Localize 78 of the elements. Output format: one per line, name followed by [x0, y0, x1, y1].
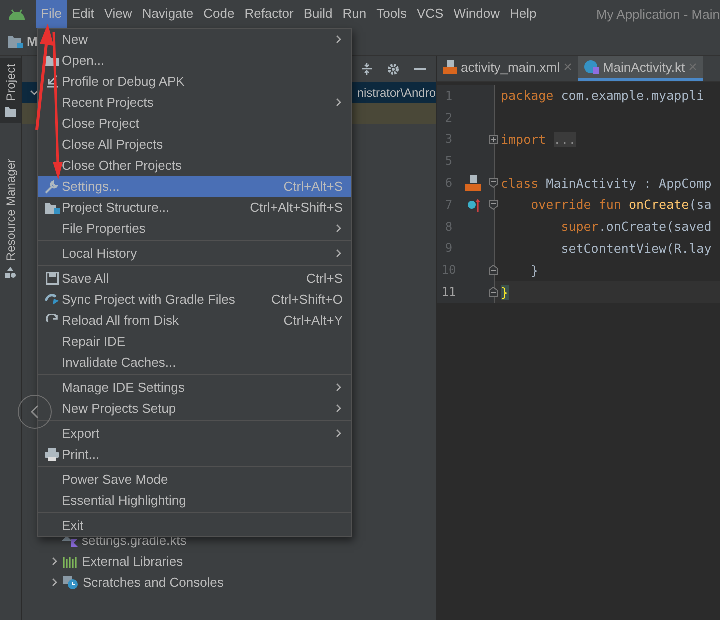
settings-icon[interactable] — [387, 62, 400, 76]
back-button[interactable] — [18, 395, 52, 429]
code-line: super.onCreate(saved — [560, 219, 712, 234]
menu-title[interactable]: Help — [504, 0, 542, 28]
code-line: override fun onCreate(sa — [530, 197, 712, 212]
tool-window-tab[interactable]: Resource Manager — [0, 153, 21, 284]
editor-tab[interactable]: activity_main.xml — [437, 56, 578, 81]
shapes-icon — [5, 267, 16, 278]
arrow-icon — [46, 75, 58, 88]
kotlin-class-icon — [584, 60, 599, 74]
tree-item-label: External Libraries — [82, 554, 184, 569]
fold-close-icon[interactable] — [489, 265, 498, 276]
menu-title[interactable]: Code — [198, 0, 240, 28]
menu-item[interactable]: Repair IDE — [38, 331, 351, 352]
tree-item-label: nistrator\Andro — [357, 86, 436, 100]
printer-icon — [45, 448, 59, 461]
layout-file-icon — [443, 60, 457, 74]
editor-tab[interactable]: MainActivity.kt — [578, 56, 704, 81]
code-line: import ... — [500, 132, 576, 147]
library-icon — [63, 556, 78, 568]
menu-title[interactable]: View — [99, 0, 138, 28]
override-marker-icon — [467, 198, 481, 212]
menu-item[interactable]: Essential Highlighting — [38, 490, 351, 511]
menu-title[interactable]: Window — [448, 0, 505, 28]
menu-item[interactable]: Close Other Projects — [38, 155, 351, 176]
menu-title[interactable]: VCS — [412, 0, 449, 28]
scratch-clock-icon — [63, 576, 79, 590]
code-line: class MainActivity : AppComp — [500, 176, 712, 191]
line-number: 11 — [440, 285, 458, 300]
android-logo-icon — [8, 8, 26, 20]
fold-close-icon[interactable] — [489, 287, 498, 298]
menu-item[interactable]: Reload All from Disk Ctrl+Alt+Y — [38, 310, 351, 331]
menu-item[interactable]: Export — [38, 423, 351, 444]
code-line: package com.example.myappli — [500, 88, 704, 104]
code-line: setContentView(R.lay — [560, 240, 712, 256]
menu-item[interactable]: Power Save Mode — [38, 469, 351, 490]
menu-title[interactable]: Build — [298, 0, 338, 28]
menu-item[interactable]: Print... — [38, 444, 351, 465]
tool-window-tab[interactable]: Project — [0, 58, 21, 124]
wrench-icon — [45, 180, 59, 194]
code-line: } — [530, 262, 539, 278]
menu-item[interactable]: New Projects Setup — [38, 398, 351, 419]
menu-item[interactable]: Open... — [38, 50, 351, 71]
menu-item[interactable]: Local History — [38, 243, 351, 264]
menu-item[interactable]: Close Project — [38, 113, 351, 134]
menu-title[interactable]: Edit — [66, 0, 100, 28]
menu-item[interactable]: Invalidate Caches... — [38, 352, 351, 373]
tree-item-label: Scratches and Consoles — [83, 575, 224, 590]
fold-open-icon[interactable] — [489, 178, 498, 188]
menu-item[interactable]: Save All Ctrl+S — [38, 268, 351, 289]
menu-title[interactable]: Navigate — [137, 0, 199, 28]
menu-item[interactable]: New — [38, 29, 351, 50]
menu-title[interactable]: Refactor — [240, 0, 299, 28]
menu-item[interactable]: Sync Project with Gradle Files Ctrl+Shift+O — [38, 289, 351, 310]
folder-icon — [8, 35, 23, 48]
sync-icon — [44, 293, 60, 306]
menu-title[interactable]: Tools — [372, 0, 412, 28]
tree-row[interactable]: External Libraries — [22, 551, 436, 572]
folder-icon — [5, 107, 16, 118]
fold-plus-icon[interactable] — [489, 134, 498, 144]
collapse-icon[interactable] — [361, 63, 373, 75]
menu-item[interactable]: Manage IDE Settings — [38, 377, 351, 398]
menu-item[interactable]: File Properties — [38, 218, 351, 239]
breadcrumb[interactable]: M — [27, 34, 38, 49]
window-title: My Application - Main — [595, 6, 720, 22]
chevron-left-icon — [30, 405, 40, 419]
menu-item[interactable]: Project Structure... Ctrl+Alt+Shift+S — [38, 197, 351, 218]
fold-open-icon[interactable] — [489, 200, 498, 210]
menu-item[interactable]: Recent Projects — [38, 92, 351, 113]
tree-item-label: settings.gradle.kts — [82, 533, 187, 548]
layout-file-icon — [465, 175, 481, 192]
tree-row[interactable]: Scratches and Consoles — [22, 572, 436, 593]
menu-title[interactable]: Run — [338, 0, 372, 28]
menu-item[interactable]: Profile or Debug APK — [38, 71, 351, 92]
gradle-file-icon — [62, 534, 78, 546]
menu-item[interactable]: Close All Projects — [38, 134, 351, 155]
folder-grid-icon — [44, 202, 60, 214]
save-icon — [46, 272, 58, 285]
